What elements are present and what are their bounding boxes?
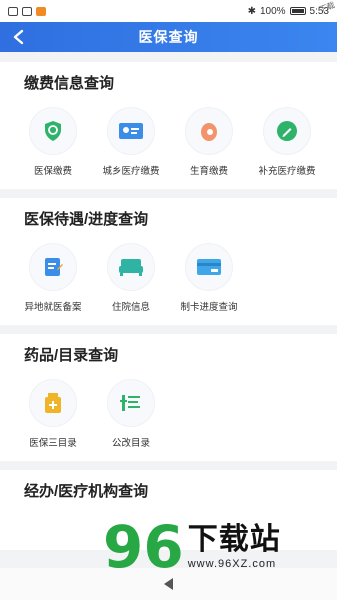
item-offsite-filing[interactable]: 异地就医备案 (14, 243, 92, 313)
page-title: 医保查询 (138, 29, 199, 45)
item-label: 补充医疗缴费 (258, 166, 316, 177)
id-card-icon (107, 107, 155, 155)
app-header: 医保查询 (0, 22, 337, 52)
maternity-icon (185, 107, 233, 155)
chevron-left-icon (13, 29, 24, 45)
sim-icon (8, 6, 18, 16)
section-title: 医保待遇/进度查询 (24, 211, 149, 228)
item-three-catalogs[interactable]: 医保三目录 (14, 379, 92, 449)
bed-icon (107, 243, 155, 291)
bluetooth-icon: ✱ (247, 5, 256, 17)
shield-icon (29, 107, 77, 155)
item-label: 医保三目录 (29, 438, 77, 449)
item-hospitalization-info[interactable]: 住院信息 (92, 243, 170, 313)
list-icon (107, 379, 155, 427)
item-label: 住院信息 (111, 302, 150, 313)
watermark-logo: 96 (103, 513, 184, 581)
item-urban-rural-payment[interactable]: 城乡医疗缴费 (92, 107, 170, 177)
item-label: 城乡医疗缴费 (102, 166, 160, 177)
battery-icon (289, 7, 306, 15)
section-title: 缴费信息查询 (24, 75, 115, 92)
edit-icon (263, 107, 311, 155)
card-icon (185, 243, 233, 291)
section-title: 药品/目录查询 (24, 347, 119, 364)
medicine-bottle-icon (29, 379, 77, 427)
watermark-title: 下载站 (187, 523, 281, 556)
item-maternity-payment[interactable]: 生育缴费 (170, 107, 248, 177)
item-label: 制卡进度查询 (180, 302, 238, 313)
section-drugs: 药品/目录查询 医保三目录 公改目录 (0, 334, 337, 461)
item-public-catalog[interactable]: 公改目录 (92, 379, 170, 449)
item-label: 公改目录 (111, 438, 150, 449)
wifi-icon (22, 6, 32, 16)
status-bar: ✱ 100% 5:53 (0, 0, 337, 22)
section-title: 经办/医疗机构查询 (24, 483, 149, 500)
item-label: 生育缴费 (189, 166, 228, 177)
item-label: 医保缴费 (33, 166, 72, 177)
back-button[interactable] (8, 26, 30, 48)
battery-text: 100% (259, 5, 286, 17)
item-label: 异地就医备案 (24, 302, 82, 313)
item-medical-payment[interactable]: 医保缴费 (14, 107, 92, 177)
item-supplementary-payment[interactable]: 补充医疗缴费 (248, 107, 326, 177)
section-treatment: 医保待遇/进度查询 异地就医备案 住院信息 制卡进度查询 (0, 198, 337, 325)
notification-icon (36, 6, 46, 16)
section-payment: 缴费信息查询 医保缴费 城乡医疗缴费 生育缴费 补充医疗缴费 (0, 62, 337, 189)
site-watermark: 96 下载站 www.96XZ.com (103, 506, 333, 576)
clipboard-icon (29, 243, 77, 291)
item-card-progress[interactable]: 制卡进度查询 (170, 243, 248, 313)
watermark-url: www.96XZ.com (187, 558, 277, 570)
